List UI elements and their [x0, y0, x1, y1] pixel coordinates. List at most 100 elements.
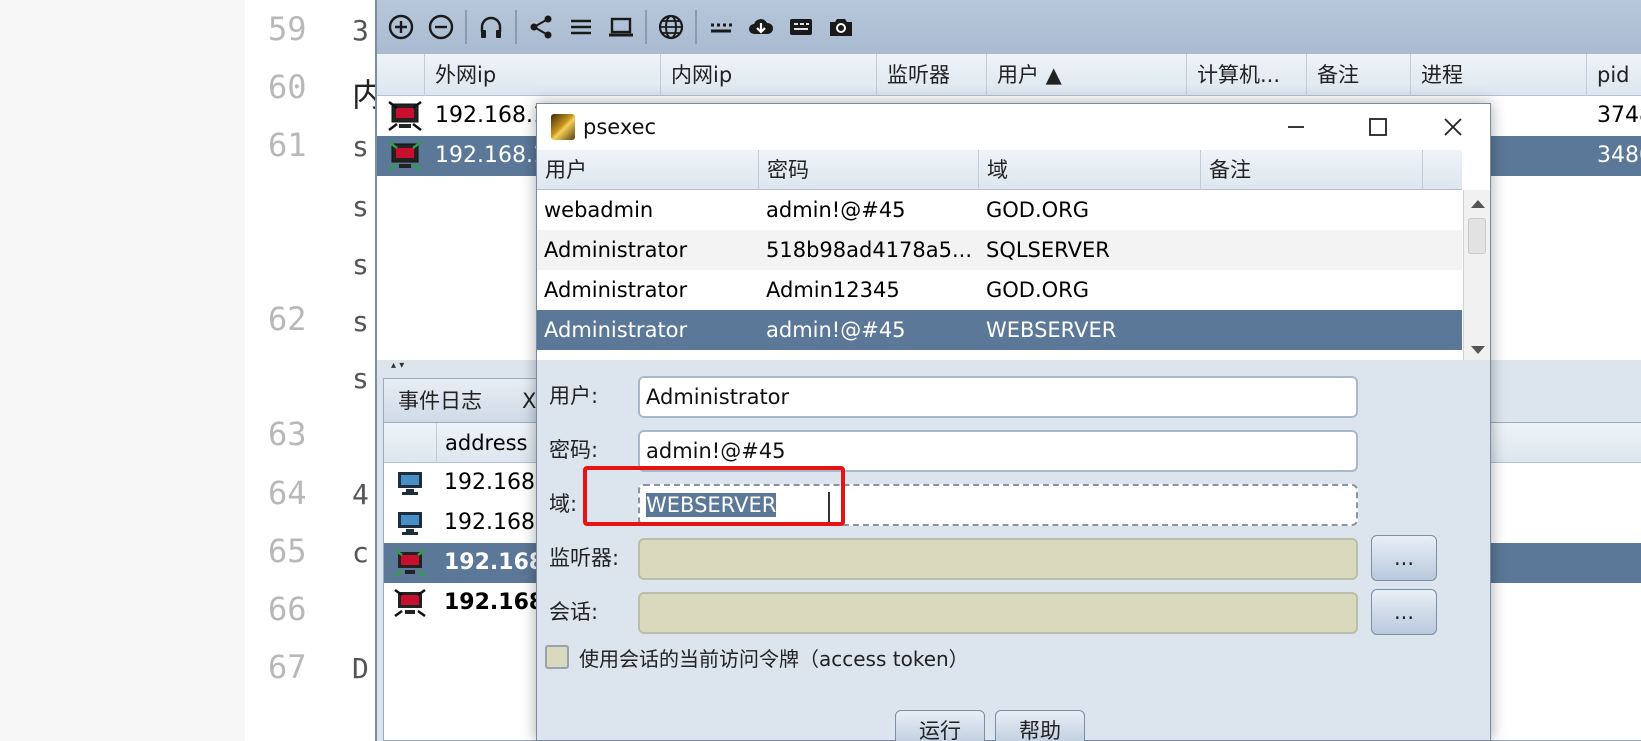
highlight-annotation [583, 466, 845, 526]
column-pid[interactable]: pid [1587, 54, 1641, 96]
cred-user: Administrator [544, 318, 688, 342]
column-user[interactable]: 用户 ▲ [987, 54, 1187, 96]
line-number: 61 [268, 126, 307, 164]
session-browse-button[interactable]: ... [1371, 589, 1437, 635]
close-icon[interactable]: X [522, 379, 536, 423]
column-note[interactable]: 备注 [1201, 150, 1423, 190]
target-address: 192.168 [444, 510, 535, 535]
session-external-ip: 192.168.1 [435, 143, 547, 168]
table-row[interactable]: Administrator Admin12345 GOD.ORG [537, 270, 1462, 310]
list-icon[interactable] [561, 7, 601, 47]
token-checkbox-label: 使用会话的当前访问令牌（access token） [579, 646, 969, 671]
line-number: 60 [268, 68, 307, 106]
token-option[interactable]: 使用会话的当前访问令牌（access token） [545, 640, 969, 674]
plus-circle-icon[interactable] [381, 7, 421, 47]
column-password[interactable]: 密码 [759, 150, 979, 190]
column-external-ip[interactable]: 外网ip [425, 54, 661, 96]
line-number: 59 [268, 10, 307, 48]
user-field[interactable]: Administrator [638, 376, 1358, 418]
keyboard-icon[interactable] [701, 7, 741, 47]
session-pid: 3748 [1597, 103, 1641, 128]
line-number: 67 [268, 648, 307, 686]
editor-left-pane [0, 0, 245, 741]
editor-text: s [352, 130, 369, 163]
toolbar-separator [645, 10, 647, 44]
beacon-session-icon [388, 141, 422, 171]
globe-icon[interactable] [651, 7, 691, 47]
cred-domain: SQLSERVER [986, 238, 1110, 262]
session-label: 会话: [549, 600, 599, 624]
line-number: 63 [268, 415, 307, 453]
tab-label: 事件日志 [398, 389, 482, 413]
cred-domain: GOD.ORG [986, 198, 1090, 222]
editor-text: s [352, 362, 369, 395]
cred-password: admin!@#45 [766, 318, 906, 342]
sessions-column-icon [377, 54, 425, 96]
laptop-icon[interactable] [601, 7, 641, 47]
column-user[interactable]: 用户 [537, 150, 759, 190]
compromised-computer-icon [394, 549, 426, 577]
credentials-header: 用户 密码 域 备注 [537, 150, 1462, 190]
camera-icon[interactable] [821, 7, 861, 47]
toolbar-separator [695, 10, 697, 44]
column-note[interactable]: 备注 [1307, 54, 1411, 96]
column-computer[interactable]: 计算机... [1187, 54, 1307, 96]
credentials-scrollbar[interactable] [1463, 190, 1490, 360]
computer-icon [398, 512, 422, 535]
scroll-thumb[interactable] [1468, 218, 1486, 254]
table-row[interactable]: Administrator admin!@#45 WEBSERVER [537, 310, 1462, 350]
token-checkbox[interactable] [545, 645, 569, 669]
target-address: 192.168 [444, 550, 545, 575]
editor-text: 4 [352, 478, 369, 511]
cred-user: webadmin [544, 198, 654, 222]
maximize-icon [1369, 118, 1387, 136]
toolbar-separator [465, 10, 467, 44]
editor-text: c [352, 536, 369, 569]
sessions-header: 外网ip 内网ip 监听器 用户 ▲ 计算机... 备注 进程 pid [377, 54, 1641, 96]
headphones-icon[interactable] [471, 7, 511, 47]
editor-text: D [352, 652, 369, 685]
listener-field[interactable] [638, 538, 1358, 580]
target-address: 192.168 [444, 470, 535, 495]
dialog-title: psexec [583, 115, 657, 139]
close-button[interactable] [1425, 104, 1481, 150]
table-row[interactable]: Administrator 518b98ad4178a5... SQLSERVE… [537, 230, 1462, 270]
help-button[interactable]: 帮助 [995, 710, 1085, 741]
terminal-icon[interactable] [781, 7, 821, 47]
domain-label: 域: [549, 492, 578, 516]
editor-text: s [352, 190, 369, 223]
computer-icon [398, 472, 422, 495]
column-domain[interactable]: 域 [979, 150, 1201, 190]
editor-text: s [352, 305, 369, 338]
scroll-down-arrow-icon[interactable] [1471, 346, 1485, 354]
column-process[interactable]: 进程 [1411, 54, 1587, 96]
cred-password: admin!@#45 [766, 198, 906, 222]
psexec-form: 用户: Administrator 密码: admin!@#45 域: WEBS… [537, 360, 1490, 741]
minus-circle-icon[interactable] [421, 7, 461, 47]
line-number: 62 [268, 300, 307, 338]
column-listener[interactable]: 监听器 [877, 54, 987, 96]
password-label: 密码: [549, 438, 599, 462]
compromised-computer-icon [394, 589, 426, 617]
dialog-titlebar[interactable]: psexec [537, 104, 1490, 150]
line-number: 66 [268, 590, 307, 628]
tab-event-log[interactable]: 事件日志 X [383, 378, 543, 422]
user-label: 用户: [549, 384, 599, 408]
close-icon [1444, 118, 1462, 136]
session-field[interactable] [638, 592, 1358, 634]
table-row[interactable]: webadmin admin!@#45 GOD.ORG [537, 190, 1462, 230]
listener-browse-button[interactable]: ... [1371, 535, 1437, 581]
cred-user: Administrator [544, 278, 688, 302]
scroll-up-arrow-icon[interactable] [1471, 200, 1485, 208]
column-address[interactable]: address [436, 423, 528, 463]
psexec-dialog: psexec 用户 密码 域 备注 webadmin admin!@#45 GO… [536, 103, 1491, 741]
listener-label: 监听器: [549, 546, 620, 570]
share-icon[interactable] [521, 7, 561, 47]
cred-password: Admin12345 [766, 278, 900, 302]
maximize-button[interactable] [1350, 104, 1406, 150]
minimize-button[interactable] [1268, 104, 1324, 150]
column-internal-ip[interactable]: 内网ip [661, 54, 877, 96]
run-button[interactable]: 运行 [895, 710, 985, 741]
cloud-download-icon[interactable] [741, 7, 781, 47]
toolbar [377, 0, 1641, 54]
